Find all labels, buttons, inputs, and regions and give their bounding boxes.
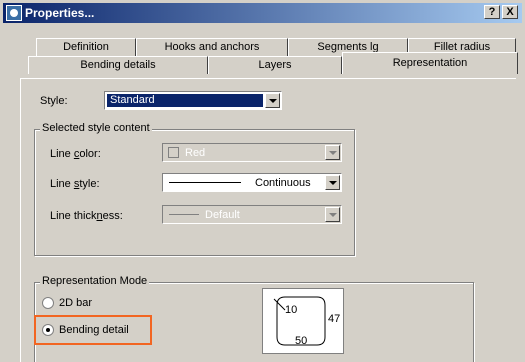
- chevron-down-icon[interactable]: [325, 145, 340, 160]
- close-button[interactable]: X: [502, 5, 518, 19]
- tab-layers[interactable]: Layers: [208, 56, 342, 74]
- radio-bending-detail[interactable]: [42, 324, 54, 336]
- window-title: Properties...: [25, 6, 95, 20]
- option-bending-detail-label: Bending detail: [59, 324, 129, 336]
- line-color-select[interactable]: Red: [162, 143, 342, 162]
- help-button[interactable]: ?: [484, 5, 500, 19]
- bending-preview: 10 47 50: [262, 288, 344, 354]
- selected-style-content-title: Selected style content: [40, 122, 152, 135]
- tab-hooks-and-anchors[interactable]: Hooks and anchors: [136, 38, 288, 56]
- chevron-down-icon[interactable]: [265, 93, 280, 108]
- app-icon: [6, 5, 22, 21]
- tab-representation[interactable]: Representation: [342, 52, 518, 74]
- option-2d-bar-label: 2D bar: [59, 297, 93, 309]
- dim-right: 47: [328, 313, 341, 325]
- option-2d-bar[interactable]: 2D bar: [42, 295, 152, 311]
- dim-bottom: 50: [295, 335, 308, 347]
- style-label: Style:: [40, 95, 68, 107]
- line-style-select[interactable]: Continuous: [162, 173, 342, 192]
- line-thickness-select[interactable]: Default: [162, 205, 342, 224]
- color-swatch: [168, 147, 179, 158]
- line-color-label: Line color:: [50, 148, 101, 160]
- option-bending-detail[interactable]: Bending detail: [42, 322, 148, 338]
- line-sample: [169, 182, 241, 183]
- line-thickness-label: Line thickness:: [50, 210, 123, 222]
- line-style-value: Continuous: [255, 177, 311, 189]
- representation-mode-title: Representation Mode: [40, 275, 150, 288]
- line-thickness-value: Default: [205, 209, 240, 221]
- title-bar[interactable]: Properties... ? X: [3, 3, 522, 23]
- style-select-value: Standard: [107, 94, 263, 107]
- tab-definition[interactable]: Definition: [36, 38, 136, 56]
- radio-2d-bar[interactable]: [42, 297, 54, 309]
- style-select[interactable]: Standard: [104, 91, 282, 110]
- dim-top: 10: [285, 304, 298, 316]
- chevron-down-icon[interactable]: [325, 175, 340, 190]
- line-style-label: Line style:: [50, 178, 100, 190]
- line-color-value: Red: [185, 147, 206, 159]
- chevron-down-icon[interactable]: [325, 207, 340, 222]
- thickness-sample: [169, 214, 199, 215]
- tab-bending-details[interactable]: Bending details: [28, 56, 208, 74]
